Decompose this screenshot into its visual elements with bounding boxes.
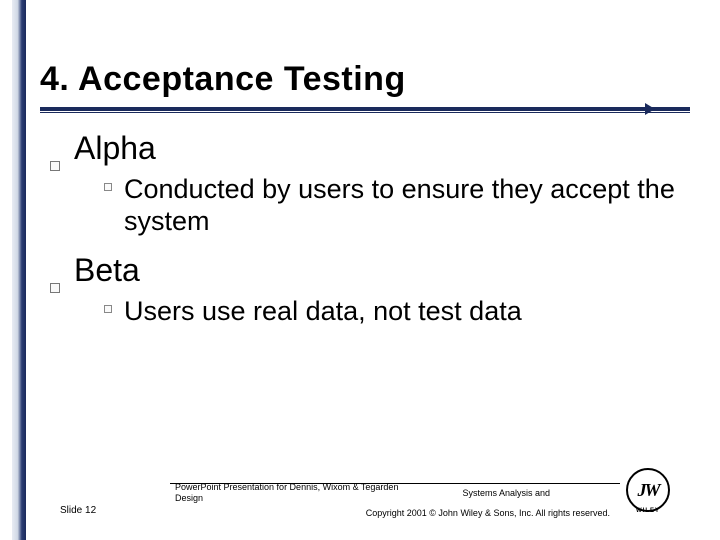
list-item: Alpha (50, 130, 700, 167)
content-area: Alpha Conducted by users to ensure they … (50, 130, 700, 341)
logo-initials: JW (626, 468, 670, 512)
list-subitem: Conducted by users to ensure they accept… (104, 173, 700, 238)
square-bullet-icon (104, 183, 112, 191)
list-subitem: Users use real data, not test data (104, 295, 700, 327)
footer: Slide 12 PowerPoint Presentation for Den… (40, 468, 690, 524)
subitem-text: Conducted by users to ensure they accept… (124, 173, 700, 238)
item-label: Alpha (74, 130, 156, 167)
footer-course: Systems Analysis and (462, 488, 550, 498)
square-bullet-icon (50, 161, 60, 171)
footer-source: PowerPoint Presentation for Dennis, Wixo… (175, 482, 398, 504)
left-stripe-decoration (12, 0, 26, 540)
footer-source-line2: Design (175, 493, 203, 503)
slide: 4. Acceptance Testing Alpha Conducted by… (0, 0, 720, 540)
list-item: Beta (50, 252, 700, 289)
logo-brand: WILEY (626, 508, 670, 514)
footer-copyright: Copyright 2001 © John Wiley & Sons, Inc.… (366, 508, 610, 518)
slide-title: 4. Acceptance Testing (40, 60, 690, 99)
subitem-text: Users use real data, not test data (124, 295, 522, 327)
title-block: 4. Acceptance Testing (40, 60, 690, 115)
publisher-logo: JW WILEY (626, 468, 670, 512)
footer-source-line1: PowerPoint Presentation for Dennis, Wixo… (175, 482, 398, 492)
arrow-right-icon (645, 103, 655, 115)
slide-number: Slide 12 (60, 505, 96, 516)
square-bullet-icon (50, 283, 60, 293)
item-label: Beta (74, 252, 140, 289)
square-bullet-icon (104, 305, 112, 313)
title-underline (40, 107, 690, 115)
